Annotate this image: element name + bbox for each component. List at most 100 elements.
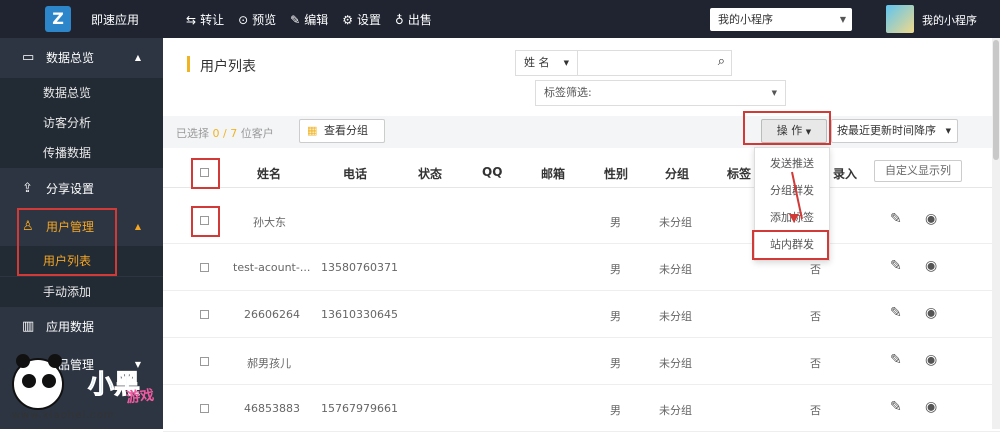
sidebar-group-data-overview[interactable]: ▭ 数据总览 ▲: [0, 38, 163, 76]
caret-up-icon: ▲: [134, 52, 141, 62]
top-nav: ⇆ 转让 ⊙ 预览 ✎ 编辑 ⚙ 设置 ♁ 出售: [186, 11, 432, 28]
selection-suffix: 位客户: [240, 127, 274, 140]
search-icon[interactable]: ⌕: [718, 54, 725, 69]
cell-gender: 男: [610, 263, 621, 276]
eye-icon[interactable]: ◉: [925, 352, 937, 368]
custom-columns-button[interactable]: 自定义显示列: [874, 160, 962, 182]
watermark-url: www.xiaohei.com: [12, 410, 115, 421]
cell-name: 46853883: [244, 402, 300, 415]
nav-label: 编辑: [304, 13, 329, 27]
cell-entered: 否: [810, 404, 821, 417]
nav-transfer[interactable]: ⇆ 转让: [186, 11, 224, 28]
cell-entered: 否: [810, 357, 821, 370]
annotation-arrow-head: [789, 214, 799, 223]
cell-phone: 13580760371: [321, 261, 398, 274]
nav-sell[interactable]: ♁ 出售: [395, 11, 432, 28]
sidebar-item-spread-data[interactable]: 传播数据: [0, 138, 163, 168]
app-logo-icon[interactable]: Z: [45, 6, 71, 32]
tag-filter-label: 标签筛选:: [544, 86, 592, 99]
cell-gender: 男: [610, 357, 621, 370]
column-header-email: 邮箱: [541, 167, 566, 181]
sidebar-group-share-settings[interactable]: ⇪ 分享设置: [0, 169, 163, 207]
watermark-logo: 小黑 游戏 www.xiaohei.com: [2, 354, 198, 428]
title-accent-bar: [187, 56, 190, 72]
eye-icon[interactable]: ◉: [925, 211, 937, 227]
bar-chart-icon: ▥: [22, 318, 35, 334]
caret-down-icon: ▼: [945, 127, 951, 135]
search-type-select[interactable]: 姓 名 ▼: [516, 51, 578, 75]
user-name[interactable]: 我的小程序: [922, 12, 977, 28]
cell-name: test-acount-...: [233, 261, 311, 274]
edit-icon: ✎: [290, 12, 301, 27]
edit-icon[interactable]: ✎: [890, 305, 902, 321]
grid-icon: ▦: [307, 124, 318, 137]
search-input[interactable]: [579, 51, 709, 75]
view-groups-button[interactable]: ▦ 查看分组: [299, 119, 385, 143]
cell-group: 未分组: [659, 216, 692, 229]
table-row[interactable]: 孙大东 男 未分组 ✎ ◉: [163, 197, 1000, 244]
cell-entered: 否: [810, 263, 821, 276]
table-row[interactable]: 郝男孩儿 男 未分组 否 ✎ ◉: [163, 338, 1000, 385]
sort-select[interactable]: 按最近更新时间降序 ▼: [831, 119, 958, 143]
tag-filter-select[interactable]: 标签筛选: ▼: [535, 80, 786, 106]
menu-item-group-broadcast[interactable]: 分组群发: [755, 179, 829, 203]
transfer-icon: ⇆: [186, 12, 197, 27]
nav-label: 转让: [200, 13, 225, 27]
watermark-sub: 游戏: [125, 387, 155, 407]
cell-gender: 男: [610, 310, 621, 323]
sidebar-item-manual-add[interactable]: 手动添加: [0, 277, 163, 307]
edit-icon[interactable]: ✎: [890, 399, 902, 415]
edit-icon[interactable]: ✎: [890, 352, 902, 368]
money-bag-icon: ♁: [395, 12, 404, 27]
caret-up-icon: ▲: [134, 221, 141, 231]
table-row[interactable]: 46853883 15767979661 男 未分组 否 ✎ ◉: [163, 385, 1000, 432]
highlight-box: [191, 206, 220, 237]
scrollbar-thumb[interactable]: [993, 40, 999, 160]
selected-count: 0: [212, 127, 220, 140]
total-count: 7: [230, 127, 238, 140]
cell-group: 未分组: [659, 357, 692, 370]
eye-icon[interactable]: ◉: [925, 305, 937, 321]
cell-group: 未分组: [659, 310, 692, 323]
avatar[interactable]: [886, 5, 914, 33]
nav-edit[interactable]: ✎ 编辑: [290, 11, 328, 28]
cell-name: 郝男孩儿: [247, 357, 291, 370]
column-header-status: 状态: [418, 167, 443, 181]
cell-name: 26606264: [244, 308, 300, 321]
nav-settings[interactable]: ⚙ 设置: [342, 11, 381, 28]
sidebar-group-app-data[interactable]: ▥ 应用数据: [0, 307, 163, 345]
sidebar-item-visitor-analysis[interactable]: 访客分析: [0, 108, 163, 138]
sort-select-value: 按最近更新时间降序: [837, 124, 936, 137]
highlight-box: [743, 111, 831, 145]
table-header: 姓名 电话 状态 QQ 邮箱 性别 分组 标签 录入 自定义显示列: [163, 156, 1000, 188]
scrollbar[interactable]: [992, 38, 1000, 429]
column-header-qq: QQ: [482, 165, 503, 179]
row-checkbox[interactable]: [200, 357, 209, 366]
monitor-icon: ▭: [22, 49, 35, 65]
nav-label: 设置: [357, 13, 382, 27]
row-checkbox[interactable]: [200, 404, 209, 413]
edit-icon[interactable]: ✎: [890, 211, 902, 227]
sidebar-item-data-overview[interactable]: 数据总览: [0, 78, 163, 108]
miniprogram-select-value: 我的小程序: [718, 13, 773, 26]
preview-icon: ⊙: [238, 12, 249, 27]
sidebar-group-label: 应用数据: [46, 319, 95, 334]
edit-icon[interactable]: ✎: [890, 258, 902, 274]
caret-down-icon: ▼: [839, 15, 846, 24]
nav-label: 出售: [407, 13, 432, 27]
share-icon: ⇪: [22, 180, 33, 196]
cell-phone: 15767979661: [321, 402, 398, 415]
selection-prefix: 已选择: [176, 127, 209, 140]
toolbar: 已选择 0 / 7 位客户 ▦ 查看分组 操 作 ▼ 按最近更新时间降序 ▼: [163, 116, 1000, 148]
row-checkbox[interactable]: [200, 263, 209, 272]
caret-down-icon: ▼: [771, 89, 777, 97]
row-checkbox[interactable]: [200, 310, 209, 319]
eye-icon[interactable]: ◉: [925, 399, 937, 415]
cell-phone: 13610330645: [321, 308, 398, 321]
table-row[interactable]: test-acount-... 13580760371 男 未分组 否 ✎ ◉: [163, 244, 1000, 291]
table-row[interactable]: 26606264 13610330645 男 未分组 否 ✎ ◉: [163, 291, 1000, 338]
miniprogram-select[interactable]: 我的小程序 ▼: [710, 8, 852, 31]
eye-icon[interactable]: ◉: [925, 258, 937, 274]
nav-preview[interactable]: ⊙ 预览: [238, 11, 276, 28]
selection-separator: /: [223, 127, 227, 140]
